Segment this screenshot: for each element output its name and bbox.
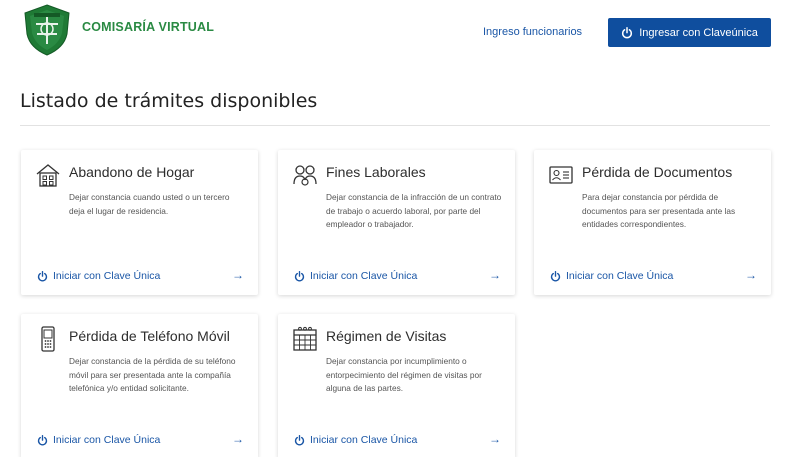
- arrow-right-icon[interactable]: →: [489, 432, 501, 446]
- card-abandono-de-hogar[interactable]: Abandono de Hogar Dejar constancia cuand…: [21, 150, 258, 295]
- carabineros-logo[interactable]: [22, 4, 72, 56]
- header: COMISARÍA VIRTUAL Ingreso funcionarios I…: [0, 0, 800, 64]
- brand-name: COMISARÍA VIRTUAL: [82, 20, 215, 34]
- iniciar-clave-unica-link[interactable]: Iniciar con Clave Única: [37, 270, 160, 282]
- action-label: Iniciar con Clave Única: [310, 270, 418, 282]
- divider: [20, 125, 770, 126]
- card-title: Pérdida de Documentos: [582, 164, 733, 180]
- power-icon: [294, 434, 305, 445]
- action-label: Iniciar con Clave Única: [53, 270, 161, 282]
- card-perdida-de-documentos[interactable]: Pérdida de Documentos Para dejar constan…: [534, 150, 771, 295]
- card-title: Pérdida de Teléfono Móvil: [69, 328, 230, 344]
- mobile-phone-icon: [41, 326, 55, 352]
- arrow-right-icon[interactable]: →: [232, 268, 244, 282]
- people-icon: [293, 165, 317, 186]
- arrow-right-icon[interactable]: →: [745, 268, 757, 282]
- power-icon: [622, 26, 633, 38]
- calendar-icon: [293, 326, 317, 351]
- card-description: Dejar constancia de la infracción de un …: [326, 192, 502, 229]
- iniciar-clave-unica-link[interactable]: Iniciar con Clave Única: [294, 434, 417, 446]
- id-card-icon: [549, 166, 573, 184]
- ingreso-funcionarios-link[interactable]: Ingreso funcionarios: [483, 26, 582, 38]
- power-icon: [294, 270, 305, 281]
- iniciar-clave-unica-link[interactable]: Iniciar con Clave Única: [294, 270, 417, 282]
- power-icon: [37, 270, 48, 281]
- card-description: Dejar constancia por incumplimiento o en…: [326, 356, 482, 393]
- card-title: Abandono de Hogar: [69, 164, 195, 180]
- house-icon: [36, 164, 60, 187]
- action-label: Iniciar con Clave Única: [310, 434, 418, 446]
- arrow-right-icon[interactable]: →: [489, 268, 501, 282]
- card-perdida-de-telefono-movil[interactable]: Pérdida de Teléfono Móvil Dejar constanc…: [21, 314, 258, 457]
- action-label: Iniciar con Clave Única: [53, 434, 161, 446]
- card-fines-laborales[interactable]: Fines Laborales Dejar constancia de la i…: [278, 150, 515, 295]
- page-title: Listado de trámites disponibles: [20, 90, 318, 112]
- action-label: Iniciar con Clave Única: [566, 270, 674, 282]
- login-button-label: Ingresar con Claveúnica: [639, 26, 758, 39]
- card-regimen-de-visitas[interactable]: Régimen de Visitas Dejar constancia por …: [278, 314, 515, 457]
- iniciar-clave-unica-link[interactable]: Iniciar con Clave Única: [37, 434, 160, 446]
- card-title: Fines Laborales: [326, 164, 426, 180]
- power-icon: [550, 270, 561, 281]
- card-description: Para dejar constancia por pérdida de doc…: [582, 192, 736, 229]
- iniciar-clave-unica-link[interactable]: Iniciar con Clave Única: [550, 270, 673, 282]
- card-description: Dejar constancia de la pérdida de su tel…: [69, 356, 236, 393]
- clave-unica-login-button[interactable]: Ingresar con Claveúnica: [608, 18, 771, 47]
- power-icon: [37, 434, 48, 445]
- card-description: Dejar constancia cuando usted o un terce…: [69, 192, 230, 216]
- arrow-right-icon[interactable]: →: [232, 432, 244, 446]
- card-title: Régimen de Visitas: [326, 328, 447, 344]
